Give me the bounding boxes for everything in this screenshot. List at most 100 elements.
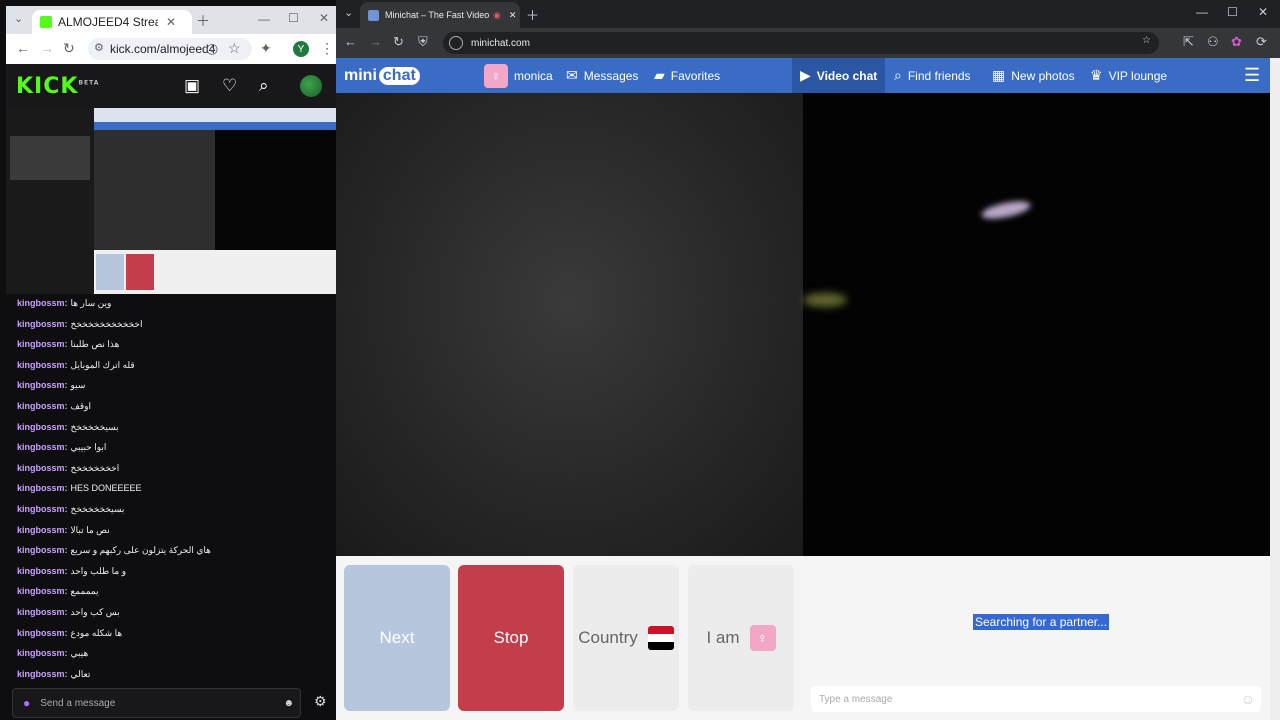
chat-username[interactable]: kingbossm:: [17, 525, 68, 535]
bookmark-star-icon[interactable]: ☆: [228, 40, 241, 57]
chat-username[interactable]: kingbossm:: [17, 648, 68, 658]
menu-kebab-icon[interactable]: ⋮: [320, 40, 334, 57]
right-tab-minichat[interactable]: Minichat – The Fast Video C ◉ ✕: [360, 2, 520, 28]
chat-username[interactable]: kingbossm:: [17, 463, 68, 473]
shield-icon[interactable]: ⛨: [418, 34, 428, 50]
chat-send-field[interactable]: ● Send a message ☻: [12, 688, 301, 718]
chat-username[interactable]: kingbossm:: [17, 504, 68, 514]
chat-username[interactable]: kingbossm:: [17, 298, 68, 308]
gift-icon[interactable]: ✿: [1231, 34, 1242, 50]
mic-icon[interactable]: ●: [23, 696, 30, 710]
left-tab-title: ALMOJEED4 Stream - Watch Li...: [58, 15, 158, 29]
nav-user[interactable]: ♀ monica: [484, 58, 553, 93]
extensions-icon[interactable]: ✦: [260, 40, 272, 57]
chat-text: بسيخخخخخخخ: [70, 504, 125, 514]
chat-message: kingbossm: ابوا حبيبي: [17, 442, 106, 453]
back-icon[interactable]: ←: [16, 40, 30, 56]
minichat-logo[interactable]: mini chat: [344, 58, 420, 93]
profile-icon[interactable]: ⚇: [1207, 34, 1219, 50]
nav-messages[interactable]: ✉ Messages: [566, 58, 638, 93]
light-glow: [980, 197, 1032, 223]
page-scrollbar[interactable]: [1270, 58, 1280, 720]
tab-list-icon[interactable]: ⌄: [344, 6, 353, 19]
chat-username[interactable]: kingbossm:: [17, 545, 68, 555]
chat-username[interactable]: kingbossm:: [17, 442, 68, 452]
maximize-icon[interactable]: ☐: [288, 11, 299, 25]
chat-username[interactable]: kingbossm:: [17, 607, 68, 617]
next-button[interactable]: Next: [344, 565, 450, 711]
kick-logo[interactable]: KICKBETA: [16, 74, 99, 99]
chat-username[interactable]: kingbossm:: [17, 586, 68, 596]
left-browser-window: ⌄ ALMOJEED4 Stream - Watch Li... ✕ ＋ — ☐…: [6, 6, 336, 720]
chat-username[interactable]: kingbossm:: [17, 319, 68, 329]
heart-icon[interactable]: ♡: [222, 76, 237, 96]
chat-message: kingbossm: سيو: [17, 380, 85, 391]
minimize-icon[interactable]: —: [1196, 5, 1208, 19]
profile-avatar[interactable]: Y: [293, 41, 309, 57]
preview-video-left: [94, 130, 215, 250]
country-button[interactable]: Country: [573, 565, 679, 711]
iam-button[interactable]: I am ♀: [688, 565, 794, 711]
message-input[interactable]: Type a message ☺: [811, 686, 1261, 712]
reload-icon[interactable]: ↻: [63, 40, 75, 57]
chat-username[interactable]: kingbossm:: [17, 339, 68, 349]
chat-username[interactable]: kingbossm:: [17, 401, 68, 411]
bookmark-star-icon[interactable]: ☆: [1142, 35, 1151, 46]
chat-send-placeholder: Send a message: [40, 697, 116, 709]
chat-username[interactable]: kingbossm:: [17, 360, 68, 370]
site-info-icon[interactable]: [449, 36, 463, 50]
maximize-icon[interactable]: ☐: [1227, 5, 1238, 19]
chat-message: kingbossm: وين سار ها: [17, 298, 111, 309]
nav-video-chat[interactable]: ▶ Video chat: [792, 58, 886, 93]
hamburger-menu-icon[interactable]: ☰: [1244, 58, 1260, 93]
chat-text: هذا نص طلبنا: [70, 339, 120, 350]
right-url-field[interactable]: minichat.com ☆: [443, 32, 1159, 54]
stream-video-preview[interactable]: [6, 108, 336, 294]
chat-username[interactable]: kingbossm:: [17, 628, 68, 638]
emoji-icon[interactable]: ☻: [283, 698, 294, 709]
chat-username[interactable]: kingbossm:: [17, 566, 68, 576]
kick-favicon-icon: [40, 16, 52, 28]
chat-username[interactable]: kingbossm:: [17, 669, 68, 679]
search-icon[interactable]: ⌕: [259, 76, 269, 96]
left-tab-kick[interactable]: ALMOJEED4 Stream - Watch Li... ✕: [32, 10, 192, 34]
chat-username[interactable]: kingbossm:: [17, 422, 68, 432]
share-icon[interactable]: ⇱: [1183, 34, 1194, 50]
chat-message: kingbossm: بسيخخخخخخخ: [17, 504, 124, 515]
user-avatar[interactable]: [300, 75, 322, 97]
nav-new-photos[interactable]: ▦ New photos: [992, 58, 1075, 93]
crown-icon: ♛: [1090, 67, 1103, 83]
translate-icon[interactable]: ◎: [206, 40, 218, 57]
new-tab-icon[interactable]: ＋: [196, 11, 210, 31]
reload-icon[interactable]: ↻: [393, 34, 404, 50]
window-close-icon[interactable]: ✕: [1258, 5, 1268, 19]
preview-next: [96, 254, 124, 290]
nav-vip-lounge[interactable]: ♛ VIP lounge: [1090, 58, 1167, 93]
tab-list-icon[interactable]: ⌄: [14, 12, 23, 25]
stop-button[interactable]: Stop: [458, 565, 564, 711]
iam-label: I am: [706, 628, 740, 647]
forward-icon[interactable]: →: [40, 40, 54, 56]
minimize-icon[interactable]: —: [258, 12, 270, 26]
settings-gear-icon[interactable]: ⚙: [314, 693, 327, 710]
left-tab-bar: ⌄ ALMOJEED4 Stream - Watch Li... ✕ ＋ — ☐…: [6, 6, 336, 34]
chat-username[interactable]: kingbossm:: [17, 483, 68, 493]
window-close-icon[interactable]: ✕: [319, 11, 329, 25]
video-chat-icon: ▶: [800, 67, 811, 83]
preview-stop: [126, 254, 154, 290]
nav-find-friends[interactable]: ⌕ Find friends: [894, 58, 971, 93]
right-address-bar: ← → ↻ ⛨ minichat.com ☆ ⇱ ⚇ ✿ ⟳: [336, 28, 1280, 58]
nav-favorites[interactable]: ▰ Favorites: [654, 58, 720, 93]
close-icon[interactable]: ✕: [509, 10, 517, 21]
close-icon[interactable]: ✕: [166, 15, 176, 29]
nav-favorites-label: Favorites: [670, 68, 721, 83]
emoji-icon[interactable]: ☺: [1241, 691, 1255, 707]
new-tab-icon[interactable]: ＋: [526, 5, 539, 24]
chat-message: kingbossm: و ما طلب واحد: [17, 566, 126, 577]
chat-username[interactable]: kingbossm:: [17, 380, 68, 390]
forward-icon[interactable]: →: [369, 34, 382, 49]
sync-icon[interactable]: ⟳: [1256, 34, 1267, 50]
back-icon[interactable]: ←: [344, 34, 357, 49]
site-info-icon[interactable]: ⚙: [94, 41, 104, 54]
browse-icon[interactable]: ▣: [184, 76, 200, 96]
